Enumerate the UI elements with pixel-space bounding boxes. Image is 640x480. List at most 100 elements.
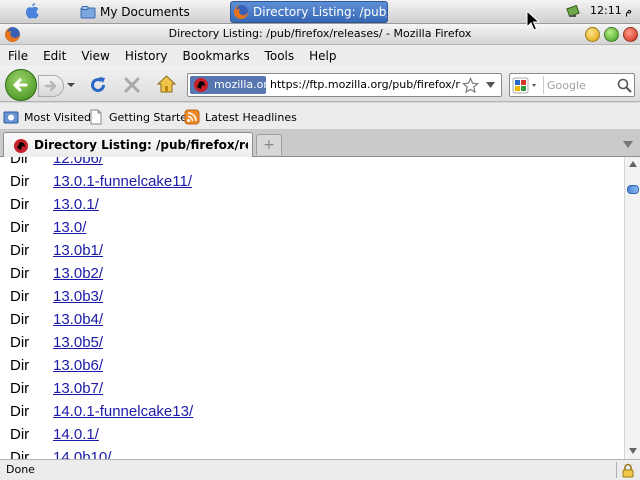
taskbar-item-firefox[interactable]: Directory Listing: /pub/... xyxy=(230,1,388,23)
taskbar-item-my-documents[interactable]: My Documents xyxy=(78,1,228,23)
mouse-pointer-icon xyxy=(526,10,540,31)
list-item: Dir 12.0b6/ xyxy=(0,157,624,170)
url-bar[interactable]: mozilla.org https://ftp.mozilla.org/pub/… xyxy=(187,73,502,97)
directory-link[interactable]: 14.0.1/ xyxy=(53,426,99,443)
scrollbar-thumb[interactable] xyxy=(627,185,639,194)
folder-icon xyxy=(80,6,96,19)
lock-icon[interactable] xyxy=(622,463,634,478)
status-text: Done xyxy=(6,463,35,476)
tab-bar: Directory Listing: /pub/firefox/releases… xyxy=(0,130,640,158)
directory-link[interactable]: 13.0b7/ xyxy=(53,380,103,397)
menu-help[interactable]: Help xyxy=(301,49,343,63)
tab-label: Directory Listing: /pub/firefox/releases… xyxy=(34,138,248,152)
directory-link[interactable]: 13.0.1/ xyxy=(53,196,99,213)
mozilla-dinosaur-icon xyxy=(194,78,208,92)
entry-type: Dir xyxy=(10,265,30,282)
menu-edit[interactable]: Edit xyxy=(35,49,73,63)
list-item: Dir 13.0/ xyxy=(0,216,624,239)
bookmark-latest-headlines[interactable]: Latest Headlines xyxy=(184,109,297,125)
vertical-scrollbar[interactable] xyxy=(624,157,640,459)
chevron-down-icon[interactable] xyxy=(65,78,77,92)
apple-icon[interactable] xyxy=(24,3,40,20)
bookmark-star-icon[interactable] xyxy=(462,77,479,94)
directory-link[interactable]: 13.0b3/ xyxy=(53,288,103,305)
list-item: Dir 14.0.1-funnelcake13/ xyxy=(0,400,624,423)
directory-link[interactable]: 13.0b5/ xyxy=(53,334,103,351)
rss-feed-icon xyxy=(184,109,200,125)
tab-directory-listing[interactable]: Directory Listing: /pub/firefox/releases… xyxy=(3,132,253,158)
entry-type: Dir xyxy=(10,196,30,213)
directory-link[interactable]: 13.0b4/ xyxy=(53,311,103,328)
search-bar[interactable] xyxy=(509,73,635,97)
entry-type: Dir xyxy=(10,219,30,236)
menubar: File Edit View History Bookmarks Tools H… xyxy=(0,45,640,66)
entry-type: Dir xyxy=(10,311,30,328)
bookmark-getting-started[interactable]: Getting Started xyxy=(88,109,194,125)
menu-bookmarks[interactable]: Bookmarks xyxy=(175,49,257,63)
directory-listing: Dir 12.0b6/ Dir 13.0.1-funnelcake11/ Dir 13… xyxy=(0,157,624,459)
directory-link[interactable]: 12.0b6/ xyxy=(53,157,103,167)
list-item: Dir 13.0b6/ xyxy=(0,354,624,377)
bookmark-label: Most Visited xyxy=(24,110,91,124)
new-tab-button[interactable]: + xyxy=(256,134,282,155)
window-titlebar: Directory Listing: /pub/firefox/releases… xyxy=(0,24,640,45)
entry-type: Dir xyxy=(10,334,30,351)
minimize-button[interactable] xyxy=(585,27,600,42)
entry-type: Dir xyxy=(10,403,30,420)
back-button[interactable] xyxy=(5,69,37,101)
chevron-down-icon[interactable] xyxy=(486,82,495,88)
directory-link[interactable]: 13.0b1/ xyxy=(53,242,103,259)
page-content: Dir 12.0b6/ Dir 13.0.1-funnelcake11/ Dir 13… xyxy=(0,157,624,459)
stop-icon[interactable] xyxy=(122,75,142,95)
status-bar: Done xyxy=(0,459,640,480)
clock: 12:11 م xyxy=(590,4,633,17)
entry-type: Dir xyxy=(10,173,30,190)
menu-tools[interactable]: Tools xyxy=(257,49,302,63)
scroll-down-arrow-icon[interactable] xyxy=(629,448,637,454)
maximize-button[interactable] xyxy=(604,27,619,42)
menu-view[interactable]: View xyxy=(73,49,116,63)
directory-link[interactable]: 13.0b6/ xyxy=(53,357,103,374)
directory-link[interactable]: 14.0.1-funnelcake13/ xyxy=(53,403,193,420)
network-tray-icon[interactable] xyxy=(566,4,581,19)
os-taskbar: My Documents Directory Listing: /pub/...… xyxy=(0,0,640,24)
menu-file[interactable]: File xyxy=(0,49,35,63)
directory-link[interactable]: 13.0.1-funnelcake11/ xyxy=(53,173,192,190)
taskbar-item-label: My Documents xyxy=(100,5,190,19)
entry-type: Dir xyxy=(10,426,30,443)
site-identity-label: mozilla.org xyxy=(214,78,275,91)
firefox-icon xyxy=(234,5,248,19)
arrow-right-icon xyxy=(44,80,57,92)
divider xyxy=(616,462,617,478)
menu-history[interactable]: History xyxy=(117,49,175,63)
list-item: Dir 14.0b10/ xyxy=(0,446,624,459)
list-item: Dir 13.0b5/ xyxy=(0,331,624,354)
entry-type: Dir xyxy=(10,380,30,397)
close-button[interactable] xyxy=(623,27,638,42)
mozilla-dinosaur-icon xyxy=(14,139,28,153)
arrow-left-icon xyxy=(13,78,28,92)
magnifier-icon[interactable] xyxy=(616,77,633,94)
list-item: Dir 13.0b7/ xyxy=(0,377,624,400)
list-item: Dir 13.0b3/ xyxy=(0,285,624,308)
reload-icon[interactable] xyxy=(88,75,108,95)
search-input[interactable] xyxy=(547,78,615,93)
list-item: Dir 13.0b1/ xyxy=(0,239,624,262)
entry-type: Dir xyxy=(10,357,30,374)
plus-icon: + xyxy=(263,137,275,153)
chevron-down-icon[interactable] xyxy=(623,141,633,148)
bookmark-most-visited[interactable]: Most Visited xyxy=(3,109,91,125)
directory-link[interactable]: 13.0b2/ xyxy=(53,265,103,282)
url-text[interactable]: https://ftp.mozilla.org/pub/firefox/rele… xyxy=(270,78,460,91)
scroll-up-arrow-icon[interactable] xyxy=(629,161,637,167)
home-icon[interactable] xyxy=(156,74,177,95)
list-item: Dir 14.0.1/ xyxy=(0,423,624,446)
directory-link[interactable]: 13.0/ xyxy=(53,219,86,236)
google-icon[interactable] xyxy=(512,77,542,94)
divider xyxy=(543,76,544,94)
directory-link[interactable]: 14.0b10/ xyxy=(53,449,111,459)
forward-button[interactable] xyxy=(38,75,64,97)
site-identity-button[interactable]: mozilla.org xyxy=(190,76,275,94)
bookmark-label: Getting Started xyxy=(109,110,195,124)
entry-type: Dir xyxy=(10,288,30,305)
